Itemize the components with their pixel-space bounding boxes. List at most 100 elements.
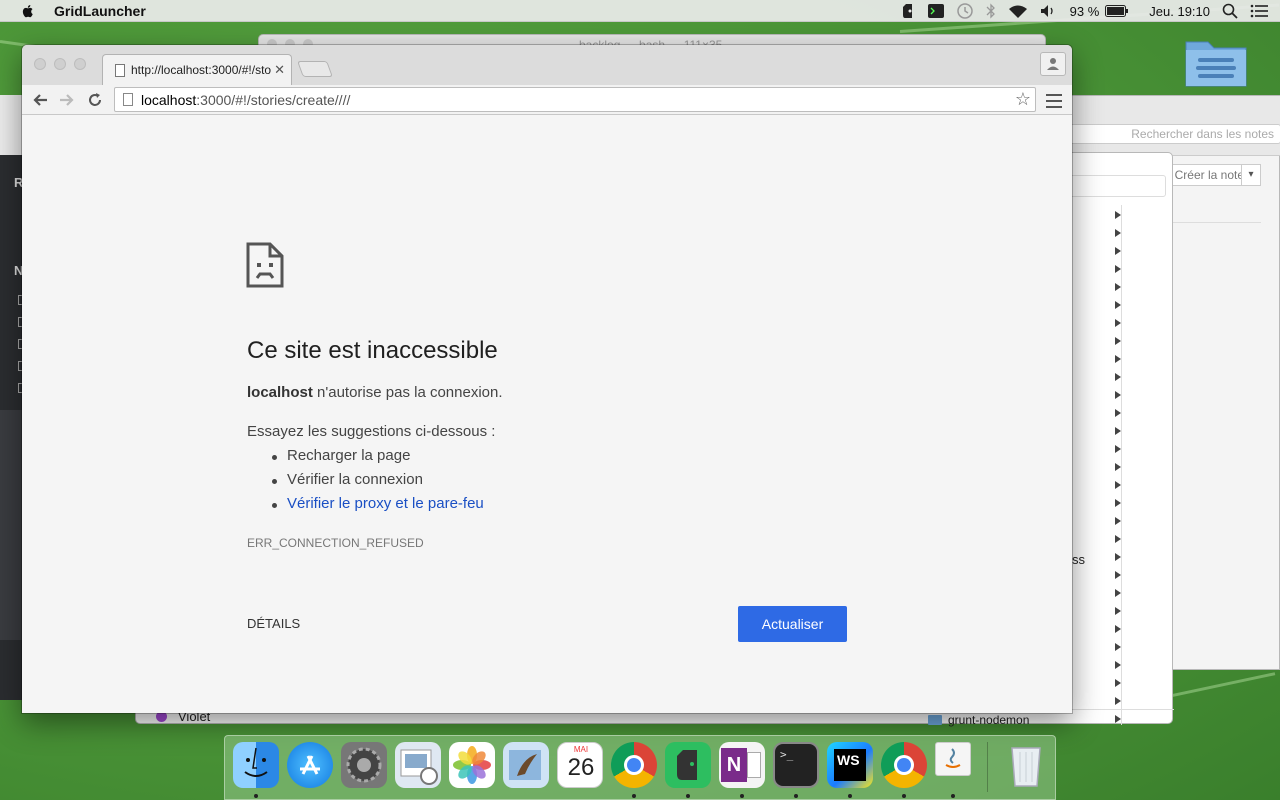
suggestions-heading: Essayez les suggestions ci-dessous : — [247, 423, 496, 440]
running-indicator — [848, 794, 852, 798]
running-indicator — [902, 794, 906, 798]
disclosure-triangle-icon[interactable] — [1115, 607, 1121, 615]
disclosure-triangle-icon[interactable] — [1115, 283, 1121, 291]
browser-toolbar: localhost:3000/#!/stories/create//// ☆ — [22, 85, 1072, 115]
disclosure-triangle-icon[interactable] — [1115, 661, 1121, 669]
disclosure-triangle-icon[interactable] — [1115, 265, 1121, 273]
disclosure-triangle-icon[interactable] — [1115, 463, 1121, 471]
notes-search-input[interactable]: Rechercher dans les notes — [1051, 124, 1280, 144]
spotlight-search-icon[interactable] — [1222, 0, 1238, 22]
webstorm-icon[interactable]: WS — [827, 742, 873, 788]
url-host: localhost — [141, 92, 197, 108]
folder-label[interactable]: grunt-nodemon — [948, 713, 1029, 727]
bookmark-star-icon[interactable]: ☆ — [1015, 89, 1031, 110]
disclosure-triangle-icon[interactable] — [1115, 643, 1121, 651]
disclosure-triangle-icon[interactable] — [1115, 625, 1121, 633]
chrome-icon[interactable] — [611, 742, 657, 788]
evernote-menu-icon[interactable] — [900, 0, 916, 22]
desktop-folder-icon[interactable] — [1182, 28, 1250, 90]
close-tab-icon[interactable]: ✕ — [274, 62, 285, 78]
system-preferences-icon[interactable] — [341, 742, 387, 788]
disclosure-triangle-icon[interactable] — [1115, 247, 1121, 255]
folder-icon — [928, 715, 942, 725]
running-indicator — [951, 794, 955, 798]
onenote-icon[interactable]: N — [719, 742, 765, 788]
disclosure-triangle-icon[interactable] — [1115, 697, 1121, 705]
terminal-icon[interactable]: >_ — [773, 742, 819, 788]
disclosure-triangle-icon[interactable] — [1115, 715, 1121, 723]
clock[interactable]: Jeu. 19:10 — [1149, 4, 1210, 19]
mail-icon[interactable] — [503, 742, 549, 788]
running-indicator — [740, 794, 744, 798]
notification-center-icon[interactable] — [1250, 0, 1268, 22]
volume-icon[interactable] — [1040, 0, 1058, 22]
error-message: n'autorise pas la connexion. — [312, 384, 503, 401]
suggestion-check-proxy-link[interactable]: Vérifier le proxy et le pare-feu — [247, 495, 484, 519]
forward-button[interactable] — [57, 90, 77, 110]
address-bar[interactable]: localhost:3000/#!/stories/create//// ☆ — [114, 87, 1036, 112]
browser-tab[interactable]: http://localhost:3000/#!/stories/create/… — [102, 54, 292, 85]
disclosure-triangle-icon[interactable] — [1115, 373, 1121, 381]
reload-page-button[interactable]: Actualiser — [738, 606, 847, 642]
disclosure-triangle-icon[interactable] — [1115, 409, 1121, 417]
calendar-icon[interactable]: MAI 26 — [557, 742, 603, 788]
disclosure-triangle-icon[interactable] — [1115, 355, 1121, 363]
disclosure-triangle-icon[interactable] — [1115, 391, 1121, 399]
suggestion-reload: Recharger la page — [247, 447, 484, 471]
back-arrow-icon — [33, 94, 47, 106]
photos-icon[interactable] — [449, 742, 495, 788]
preview-icon[interactable] — [395, 742, 441, 788]
running-indicator — [632, 794, 636, 798]
disclosure-triangle-icon[interactable] — [1115, 427, 1121, 435]
java-icon[interactable] — [935, 742, 971, 776]
close-window-button[interactable] — [34, 58, 46, 70]
disclosure-triangle-icon[interactable] — [1115, 553, 1121, 561]
browser-menu-button[interactable] — [1046, 90, 1062, 110]
new-tab-button[interactable] — [297, 61, 333, 77]
battery-percentage[interactable]: 93 % — [1070, 4, 1100, 19]
details-button[interactable]: DÉTAILS — [247, 616, 300, 631]
error-host: localhost — [247, 384, 313, 401]
running-indicator — [794, 794, 798, 798]
back-button[interactable] — [30, 90, 50, 110]
reload-icon — [89, 93, 101, 106]
app-name[interactable]: GridLauncher — [54, 3, 146, 19]
disclosure-triangle-icon[interactable] — [1115, 499, 1121, 507]
finder-partial-text: ss — [1072, 552, 1085, 567]
error-description: localhost n'autorise pas la connexion. — [247, 384, 503, 401]
disclosure-triangle-icon[interactable] — [1115, 535, 1121, 543]
disclosure-triangle-icon[interactable] — [1115, 679, 1121, 687]
page-icon — [123, 93, 133, 106]
disclosure-triangle-icon[interactable] — [1115, 211, 1121, 219]
dock: MAI 26 N >_ WS — [224, 735, 1056, 800]
terminal-menu-icon[interactable] — [927, 0, 944, 22]
error-code: ERR_CONNECTION_REFUSED — [247, 536, 424, 550]
wifi-icon[interactable] — [1008, 0, 1028, 22]
app-store-icon[interactable] — [287, 742, 333, 788]
chrome-icon[interactable] — [881, 742, 927, 788]
apple-icon[interactable] — [20, 3, 36, 19]
suggestion-check-connection: Vérifier la connexion — [247, 471, 484, 495]
tab-strip: http://localhost:3000/#!/stories/create/… — [22, 45, 1072, 85]
forward-arrow-icon — [60, 94, 74, 106]
evernote-icon[interactable] — [665, 742, 711, 788]
time-machine-icon[interactable] — [956, 0, 974, 22]
disclosure-triangle-icon[interactable] — [1115, 445, 1121, 453]
minimize-window-button[interactable] — [54, 58, 66, 70]
disclosure-triangle-icon[interactable] — [1115, 481, 1121, 489]
reload-button[interactable] — [85, 90, 105, 110]
disclosure-triangle-icon[interactable] — [1115, 229, 1121, 237]
disclosure-triangle-icon[interactable] — [1115, 301, 1121, 309]
profile-button[interactable] — [1040, 52, 1066, 76]
battery-icon[interactable] — [1105, 0, 1129, 22]
disclosure-triangle-icon[interactable] — [1115, 337, 1121, 345]
disclosure-triangle-icon[interactable] — [1115, 517, 1121, 525]
chevron-down-icon[interactable]: ▾ — [1241, 164, 1261, 186]
disclosure-triangle-icon[interactable] — [1115, 589, 1121, 597]
disclosure-triangle-icon[interactable] — [1115, 319, 1121, 327]
bluetooth-icon[interactable] — [986, 0, 996, 22]
disclosure-triangle-icon[interactable] — [1115, 571, 1121, 579]
finder-icon[interactable] — [233, 742, 279, 788]
trash-icon[interactable] — [1003, 742, 1049, 788]
zoom-window-button[interactable] — [74, 58, 86, 70]
